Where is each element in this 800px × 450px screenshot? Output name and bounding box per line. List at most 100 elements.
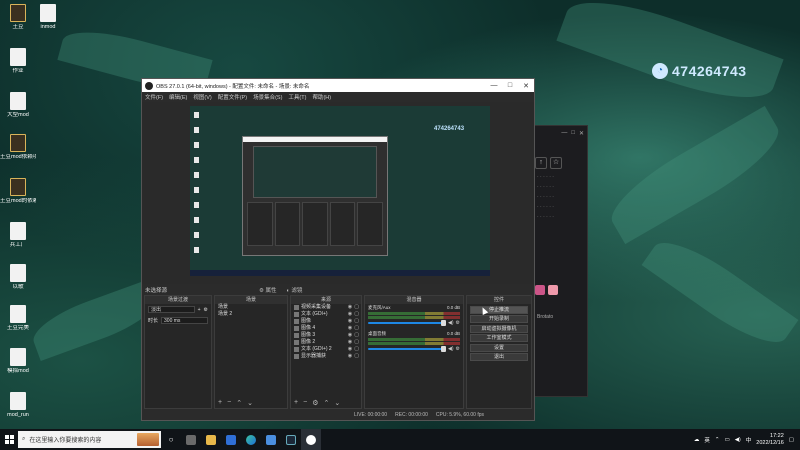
desktop-icon[interactable]: 大型mod xyxy=(0,92,36,118)
desktop-icon[interactable]: 作业 xyxy=(0,48,36,74)
preview-canvas[interactable]: 474264743 xyxy=(190,106,490,276)
lock-icon[interactable]: ▢ xyxy=(354,339,359,346)
obs-window[interactable]: OBS 27.0.1 (64-bit, windows) - 配置文件: 未命名… xyxy=(141,78,535,421)
weather-icon[interactable]: ☁ xyxy=(694,437,700,443)
desktop-icon[interactable]: mod_run xyxy=(0,392,36,418)
minimize-icon[interactable]: — xyxy=(561,130,567,136)
source-item[interactable]: 视频采集设备 ◉ ▢ xyxy=(291,304,361,311)
up-icon[interactable]: ⌃ xyxy=(236,399,242,407)
desktop-icon[interactable]: 土豆完美 xyxy=(0,305,36,331)
speaker-icon[interactable]: ◀) xyxy=(448,320,454,326)
menu-tools[interactable]: 工具(T) xyxy=(288,93,306,101)
close-button[interactable]: ✕ xyxy=(518,82,534,90)
clock[interactable]: 17:22 2022/12/16 xyxy=(756,433,784,446)
start-virtual-camera-button[interactable]: 启动虚拟摄像机 xyxy=(470,324,528,333)
chat-window[interactable]: — □ ✕ ↑ ☆ · · · · · · · · · · · · · · · … xyxy=(530,125,588,397)
studio-mode-button[interactable]: 工作室模式 xyxy=(470,334,528,342)
down-icon[interactable]: ⌄ xyxy=(334,399,340,407)
desktop-icon[interactable]: 模拟mod xyxy=(0,348,36,374)
taskbar-search[interactable]: ⌕ 在这里输入你要搜索的内容 xyxy=(18,431,161,448)
duration-input[interactable]: 300 ms xyxy=(161,317,208,324)
taskbar-app[interactable] xyxy=(281,429,301,450)
maximize-icon[interactable]: □ xyxy=(571,130,575,136)
add-icon[interactable]: + xyxy=(294,399,298,406)
eye-icon[interactable]: ◉ xyxy=(348,332,352,339)
lock-icon[interactable]: ▢ xyxy=(354,332,359,339)
lock-icon[interactable]: ▢ xyxy=(354,318,359,325)
gear-icon[interactable]: ⚙ xyxy=(204,307,208,313)
menu-help[interactable]: 帮助(H) xyxy=(312,93,331,101)
lock-icon[interactable]: ▢ xyxy=(354,346,359,353)
eye-icon[interactable]: ◉ xyxy=(348,346,352,353)
add-transition-icon[interactable]: + xyxy=(198,307,201,313)
gear-icon[interactable]: ⚙ xyxy=(456,320,460,326)
source-item[interactable]: 文本 (GDI+) ◉ ▢ xyxy=(291,311,361,318)
taskbar-app[interactable] xyxy=(221,429,241,450)
chevron-up-icon[interactable]: ⌃ xyxy=(715,437,720,443)
source-item[interactable]: 图像 4 ◉ ▢ xyxy=(291,325,361,332)
lock-icon[interactable]: ▢ xyxy=(354,304,359,311)
desktop-icon[interactable]: 土豆mod的依赖项 xyxy=(0,178,36,204)
down-icon[interactable]: ⌄ xyxy=(247,399,253,407)
volume-icon[interactable]: ◀) xyxy=(735,437,741,443)
properties-button[interactable]: ⚙ 属性 xyxy=(256,286,279,294)
menu-file[interactable]: 文件(F) xyxy=(145,93,163,101)
notification-icon[interactable]: ▢ xyxy=(789,437,794,443)
exit-button[interactable]: 退出 xyxy=(470,353,528,361)
settings-button[interactable]: 设置 xyxy=(470,343,528,352)
volume-slider-knob[interactable] xyxy=(441,319,446,326)
source-item[interactable]: 文本 (GDI+) 2 ◉ ▢ xyxy=(291,346,361,353)
gear-icon[interactable]: ⚙ xyxy=(312,399,318,407)
remove-icon[interactable]: − xyxy=(303,399,307,406)
source-item[interactable]: 图像 3 ◉ ▢ xyxy=(291,332,361,339)
menu-edit[interactable]: 编辑(E) xyxy=(169,93,187,101)
minimize-button[interactable]: — xyxy=(486,82,502,89)
menu-scene-collection[interactable]: 场景集合(S) xyxy=(253,93,282,101)
obs-titlebar[interactable]: OBS 27.0.1 (64-bit, windows) - 配置文件: 未命名… xyxy=(142,79,534,92)
ime-icon[interactable]: 中 xyxy=(746,436,752,444)
upload-button[interactable]: ↑ xyxy=(535,157,547,169)
taskbar-app[interactable] xyxy=(261,429,281,450)
source-item[interactable]: 图像 2 ◉ ▢ xyxy=(291,339,361,346)
close-icon[interactable]: ✕ xyxy=(579,130,584,137)
volume-slider[interactable] xyxy=(368,345,446,352)
taskbar-app[interactable] xyxy=(181,429,201,450)
eye-icon[interactable]: ◉ xyxy=(348,304,352,311)
start-button[interactable] xyxy=(0,429,18,450)
favorite-button[interactable]: ☆ xyxy=(550,157,562,169)
network-icon[interactable]: ▭ xyxy=(724,437,729,443)
stop-streaming-button[interactable]: 停止推流 xyxy=(470,305,528,314)
desktop-icon[interactable]: inmod xyxy=(30,4,66,30)
input-method-label[interactable]: 英 xyxy=(704,436,710,444)
eye-icon[interactable]: ◉ xyxy=(348,311,352,318)
start-recording-button[interactable]: 开始录制 xyxy=(470,315,528,323)
source-item[interactable]: 显示器捕获 ◉ ▢ xyxy=(291,353,361,360)
eye-icon[interactable]: ◉ xyxy=(348,339,352,346)
eye-icon[interactable]: ◉ xyxy=(348,353,352,360)
desktop-icon[interactable]: 兵工厂 xyxy=(0,222,36,248)
desktop-icon[interactable]: 土豆mod依赖项 xyxy=(0,134,36,160)
lock-icon[interactable]: ▢ xyxy=(354,353,359,360)
taskbar-app[interactable] xyxy=(241,429,261,450)
lock-icon[interactable]: ▢ xyxy=(354,325,359,332)
volume-slider[interactable] xyxy=(368,319,446,326)
scene-item[interactable]: 场景 xyxy=(215,304,287,311)
taskbar-app[interactable] xyxy=(201,429,221,450)
eye-icon[interactable]: ◉ xyxy=(348,325,352,332)
task-view-button[interactable]: ○ xyxy=(161,429,181,450)
menu-view[interactable]: 视图(V) xyxy=(193,93,211,101)
scene-item[interactable]: 场景 2 xyxy=(215,311,287,318)
taskbar-app[interactable] xyxy=(301,429,321,450)
menu-profile[interactable]: 配置文件(P) xyxy=(218,93,247,101)
speaker-icon[interactable]: ◀) xyxy=(448,346,454,352)
lock-icon[interactable]: ▢ xyxy=(354,311,359,318)
gear-icon[interactable]: ⚙ xyxy=(456,346,460,352)
filters-button[interactable]: ◐ 滤镜 xyxy=(283,286,305,294)
eye-icon[interactable]: ◉ xyxy=(348,318,352,325)
volume-slider-knob[interactable] xyxy=(441,345,446,352)
source-item[interactable]: 图像 ◉ ▢ xyxy=(291,318,361,325)
up-icon[interactable]: ⌃ xyxy=(323,399,329,407)
avatar[interactable] xyxy=(535,285,545,295)
avatar[interactable] xyxy=(548,285,558,295)
maximize-button[interactable]: □ xyxy=(502,82,518,89)
